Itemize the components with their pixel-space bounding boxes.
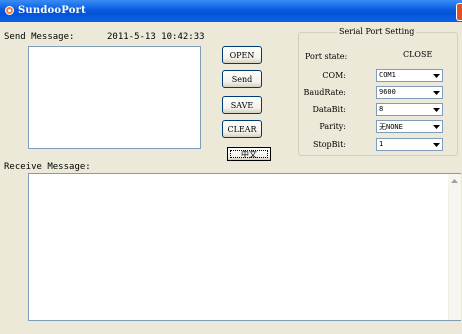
baudrate-select[interactable]: 9600 <box>376 86 443 99</box>
app-icon <box>5 6 14 15</box>
send-message-textarea[interactable] <box>28 46 201 149</box>
com-select[interactable]: COM1 <box>376 69 443 82</box>
scroll-up-arrow-icon[interactable] <box>448 174 460 187</box>
com-value: COM1 <box>379 71 396 79</box>
stopbit-label: StopBit: <box>313 140 346 149</box>
baudrate-label: BaudRate: <box>303 88 346 97</box>
chevron-down-icon[interactable] <box>430 70 442 81</box>
com-label: COM: <box>322 71 346 80</box>
parity-value: 无NONE <box>379 123 403 131</box>
language-button[interactable]: 中文 <box>227 147 271 161</box>
chevron-down-icon[interactable] <box>430 87 442 98</box>
send-timestamp: 2011-5-13 10:42:33 <box>107 32 205 42</box>
chevron-down-icon[interactable] <box>430 121 442 132</box>
clear-button[interactable]: CLEAR <box>222 120 262 138</box>
send-message-label: Send Message: <box>4 32 75 42</box>
serial-port-setting-title: Serial Port Setting <box>337 27 417 36</box>
open-button[interactable]: OPEN <box>222 46 262 64</box>
port-state-value: CLOSE <box>403 50 433 59</box>
parity-label: Parity: <box>319 122 346 131</box>
databit-label: DataBit: <box>312 105 346 114</box>
receive-message-textarea[interactable] <box>28 173 461 321</box>
parity-select[interactable]: 无NONE <box>376 120 443 133</box>
close-button[interactable] <box>456 3 462 21</box>
save-button[interactable]: SAVE <box>222 96 262 114</box>
title-bar[interactable]: SundooPort <box>0 0 462 22</box>
port-state-label: Port state: <box>305 52 348 61</box>
send-button[interactable]: Send <box>222 70 262 88</box>
receive-message-label: Receive Message: <box>4 162 91 172</box>
stopbit-value: 1 <box>379 140 384 148</box>
baudrate-value: 9600 <box>379 88 396 96</box>
app-window: SundooPort Send Message: 2011-5-13 10:42… <box>0 0 462 334</box>
window-title: SundooPort <box>18 5 86 16</box>
databit-select[interactable]: 8 <box>376 103 443 116</box>
chevron-down-icon[interactable] <box>430 104 442 115</box>
stopbit-select[interactable]: 1 <box>376 138 443 151</box>
vertical-scrollbar[interactable] <box>448 174 461 320</box>
chevron-down-icon[interactable] <box>430 139 442 150</box>
databit-value: 8 <box>379 105 384 113</box>
